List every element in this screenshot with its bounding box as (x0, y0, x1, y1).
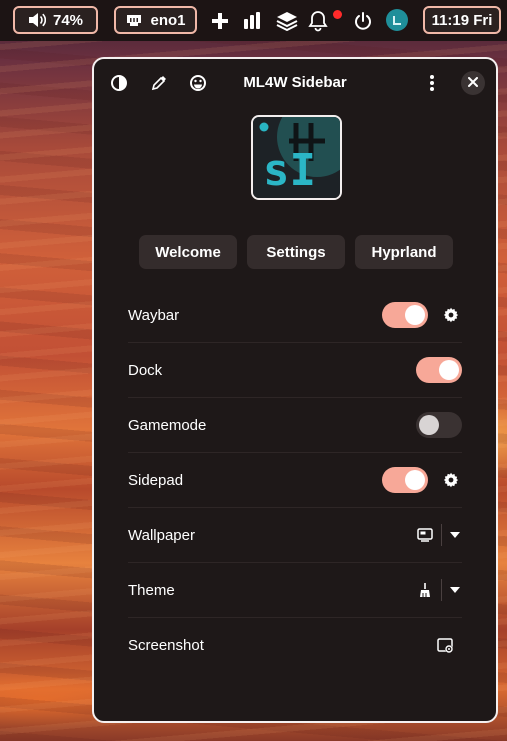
brush-icon[interactable] (415, 580, 435, 600)
bar-chart-icon[interactable] (240, 9, 264, 33)
ml4w-sidebar-window: ML4W Sidebar sI Welcome Settings Hyprlan… (92, 57, 498, 723)
contrast-icon[interactable] (109, 73, 129, 93)
row-label: Dock (128, 361, 163, 379)
gear-icon[interactable] (440, 469, 462, 491)
network-name: eno1 (150, 11, 186, 29)
row-theme: Theme (128, 563, 462, 618)
plus-icon[interactable] (208, 9, 232, 33)
row-label: Screenshot (128, 637, 204, 654)
screenshot-icon[interactable] (436, 636, 456, 656)
volume-level: 74% (52, 11, 84, 29)
dock-toggle[interactable] (416, 357, 462, 383)
wallpaper-icon[interactable] (415, 525, 435, 545)
row-label: Waybar (128, 306, 180, 324)
wallpaper-split-button[interactable] (415, 524, 462, 546)
eyedropper-icon[interactable] (149, 73, 169, 93)
clock-pill[interactable]: 11:19 Fri (423, 6, 501, 34)
bell-icon[interactable] (306, 9, 330, 33)
ethernet-icon (125, 12, 143, 28)
window-header: ML4W Sidebar (94, 59, 496, 109)
row-label: Wallpaper (128, 526, 195, 544)
volume-pill[interactable]: 74% (13, 6, 98, 34)
settings-list: Waybar Dock Gamemode Sidepad Wallpaper T… (128, 288, 462, 673)
tab-bar: Welcome Settings Hyprland (139, 235, 453, 269)
tab-hyprland[interactable]: Hyprland (355, 235, 453, 269)
clock-text: 11:19 Fri (431, 11, 493, 29)
notification-dot (333, 10, 342, 19)
theme-split-button[interactable] (415, 579, 462, 601)
row-label: Theme (128, 581, 175, 599)
row-screenshot: Screenshot (128, 618, 462, 673)
close-icon (468, 74, 478, 92)
power-icon[interactable] (351, 9, 375, 33)
logo-text: sI (263, 145, 316, 196)
row-gamemode: Gamemode (128, 398, 462, 453)
volume-icon (28, 12, 46, 28)
row-label: Sidepad (128, 471, 184, 489)
row-wallpaper: Wallpaper (128, 508, 462, 563)
network-pill[interactable]: eno1 (114, 6, 197, 34)
row-dock: Dock (128, 343, 462, 398)
row-sidepad: Sidepad (128, 453, 462, 508)
more-vertical-icon[interactable] (422, 73, 442, 93)
ml4w-logo: sI (251, 115, 342, 200)
chevron-down-icon[interactable] (448, 583, 462, 597)
row-label: Gamemode (128, 416, 207, 434)
top-bar: 74% eno1 11:19 Fri (0, 0, 507, 41)
waybar-toggle[interactable] (382, 302, 428, 328)
chevron-down-icon[interactable] (448, 528, 462, 542)
user-avatar-icon[interactable] (386, 9, 408, 31)
tab-settings[interactable]: Settings (247, 235, 345, 269)
gamemode-toggle[interactable] (416, 412, 462, 438)
tab-welcome[interactable]: Welcome (139, 235, 237, 269)
close-button[interactable] (461, 71, 485, 95)
smiley-icon[interactable] (188, 73, 208, 93)
row-waybar: Waybar (128, 288, 462, 343)
gear-icon[interactable] (440, 304, 462, 326)
sidepad-toggle[interactable] (382, 467, 428, 493)
layers-icon[interactable] (275, 9, 299, 33)
